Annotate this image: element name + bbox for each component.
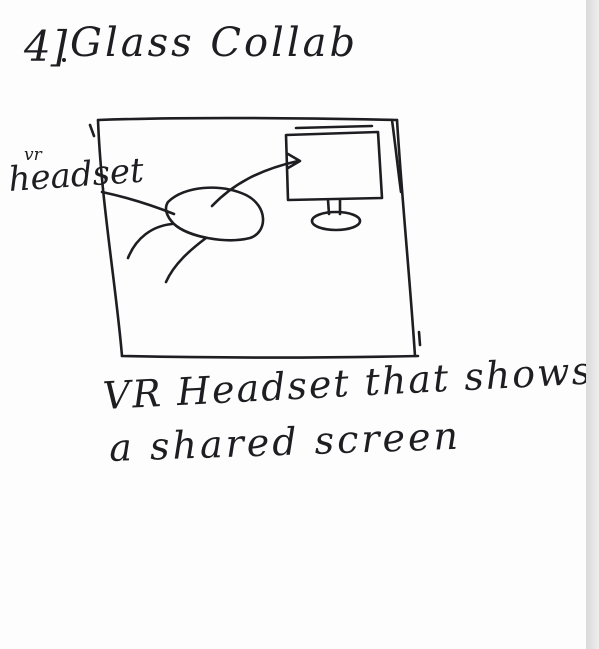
view-arrow-line [210,159,300,208]
room-frame-corner-tick [417,330,422,347]
page-number-dot [62,58,66,62]
room-frame-top [96,116,399,122]
monitor-screen [284,130,384,202]
headset-body [164,186,265,242]
monitor-stand-base [310,210,362,232]
room-frame-right [395,118,417,358]
room-frame-bottom [120,354,420,359]
monitor-top-edge [294,124,374,130]
shoulder-outline [126,222,174,260]
monitor [284,124,384,232]
sketch-drawing [62,58,422,359]
headset [126,186,265,284]
page-edge [586,0,599,649]
room-frame-top-tick [88,123,96,138]
head-outline [164,236,208,284]
headset-leader-line [100,190,176,216]
sketch-page: 4] Glass Collab vr headset VR Headset th… [0,0,586,649]
